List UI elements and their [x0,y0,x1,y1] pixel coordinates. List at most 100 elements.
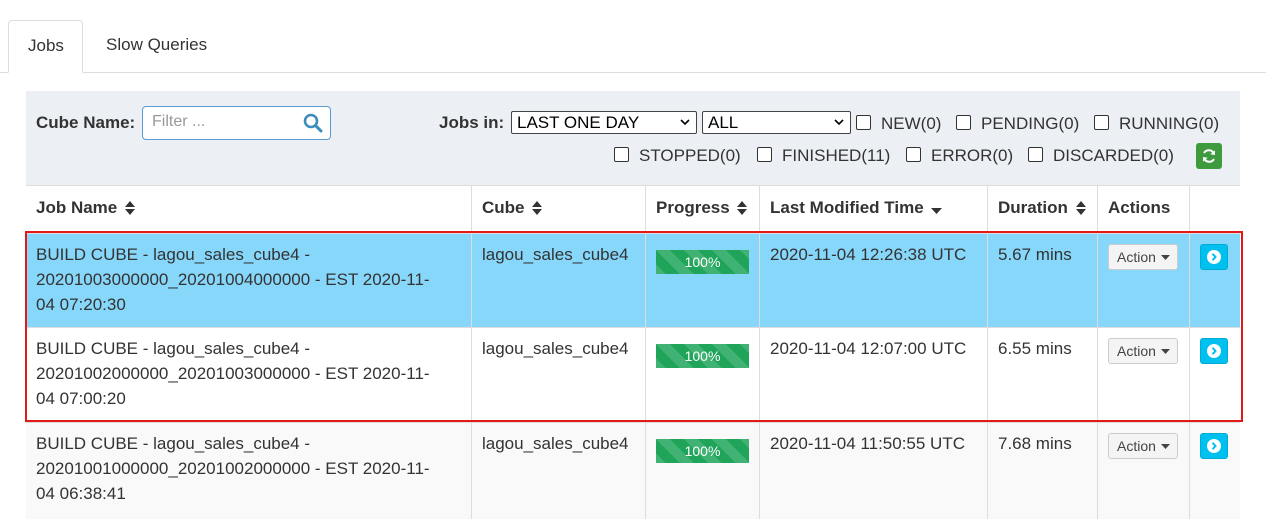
cube-name-filter[interactable] [142,106,331,140]
job-name-line: 20201001000000_20201002000000 - EST 2020… [36,459,430,478]
refresh-icon [1203,149,1215,163]
checkbox-label: ERROR(0) [931,146,1014,165]
table-row[interactable]: BUILD CUBE - lagou_sales_cube4 - 2020100… [26,422,1240,519]
chevron-down-icon [834,119,844,126]
checkbox-label: DISCARDED(0) [1053,146,1174,165]
job-name-line: 20201003000000_20201004000000 - EST 2020… [36,270,430,289]
details-cell [1189,234,1240,327]
sort-icon [124,201,135,215]
checkbox[interactable] [1094,115,1109,130]
last-modified-cell: 2020-11-04 11:50:55 UTC [759,423,987,519]
job-name-line: 20201002000000_20201003000000 - EST 2020… [36,364,430,383]
job-name-line: BUILD CUBE - lagou_sales_cube4 - [36,434,311,453]
job-name-line: 04 06:38:41 [36,484,126,503]
tab-slow-queries[interactable]: Slow Queries [87,20,226,72]
chevron-down-icon [680,119,690,126]
column-header-last-modified[interactable]: Last Modified Time [759,186,987,233]
sort-desc-icon [931,208,943,214]
table-row[interactable]: BUILD CUBE - lagou_sales_cube4 - 2020100… [26,327,1240,422]
table-row[interactable]: BUILD CUBE - lagou_sales_cube4 - 2020100… [26,232,1240,327]
checkbox-label: PENDING(0) [981,114,1080,133]
checkbox[interactable] [757,147,772,162]
last-modified-cell: 2020-11-04 12:26:38 UTC [759,234,987,327]
cube-cell: lagou_sales_cube4 [471,234,645,327]
search-icon[interactable] [303,113,323,133]
refresh-button[interactable] [1196,143,1222,169]
cube-name-label: Cube Name: [36,113,136,132]
caret-down-icon [1161,349,1170,354]
column-header-job-name[interactable]: Job Name [26,186,471,233]
filter-panel: Cube Name: Jobs in: LAST ONE DAY ALL NEW… [26,91,1240,185]
chevron-circle-right-icon [1207,250,1221,264]
action-label: Action [1117,343,1156,359]
status-checkbox-new[interactable]: NEW(0) [856,114,941,134]
sort-icon [737,201,748,215]
job-name-line: 04 07:00:20 [36,389,126,408]
checkbox[interactable] [956,115,971,130]
caret-down-icon [1161,444,1170,449]
progress-bar: 100% [656,344,749,368]
jobs-in-label: Jobs in: [439,113,505,132]
action-dropdown-button[interactable]: Action [1108,338,1178,364]
progress-bar: 100% [656,439,749,463]
status-checkbox-error[interactable]: ERROR(0) [906,146,1013,166]
checkbox[interactable] [614,147,629,162]
column-header-label: Actions [1108,198,1171,217]
column-header-label: Progress [656,198,730,217]
job-name-cell: BUILD CUBE - lagou_sales_cube4 - 2020100… [26,423,471,519]
checkbox-label: STOPPED(0) [639,146,741,165]
cube-cell: lagou_sales_cube4 [471,423,645,519]
progress-cell: 100% [645,423,759,519]
checkbox[interactable] [906,147,921,162]
status-checkbox-discarded[interactable]: DISCARDED(0) [1028,146,1174,166]
action-label: Action [1117,249,1156,265]
status-checkbox-finished[interactable]: FINISHED(11) [757,146,890,166]
actions-cell: Action [1097,423,1189,519]
cube-name-input[interactable] [143,107,302,137]
checkbox[interactable] [856,115,871,130]
progress-cell: 100% [645,328,759,422]
project-value: ALL [708,113,739,132]
cube-cell: lagou_sales_cube4 [471,328,645,422]
column-header-label: Cube [482,198,525,217]
sort-icon [1075,201,1086,215]
time-range-value: LAST ONE DAY [517,113,640,132]
caret-down-icon [1161,255,1170,260]
column-header-duration[interactable]: Duration [987,186,1097,233]
column-header-label: Last Modified Time [770,198,924,217]
time-range-select[interactable]: LAST ONE DAY [511,111,697,134]
column-header-actions: Actions [1097,186,1189,233]
column-header-progress[interactable]: Progress [645,186,759,233]
progress-bar: 100% [656,250,749,274]
job-name-line: BUILD CUBE - lagou_sales_cube4 - [36,245,311,264]
column-header-label: Duration [998,198,1068,217]
job-name-line: 04 07:20:30 [36,295,126,314]
status-checkbox-running[interactable]: RUNNING(0) [1094,114,1219,134]
checkbox-label: NEW(0) [881,114,942,133]
chevron-circle-right-icon [1207,344,1221,358]
table-header: Job Name Cube Progress Last Modified Tim… [26,185,1240,233]
checkbox-label: RUNNING(0) [1119,114,1220,133]
progress-cell: 100% [645,234,759,327]
job-details-button[interactable] [1200,244,1228,270]
chevron-circle-right-icon [1207,439,1221,453]
job-name-cell: BUILD CUBE - lagou_sales_cube4 - 2020100… [26,234,471,327]
status-checkbox-stopped[interactable]: STOPPED(0) [614,146,741,166]
actions-cell: Action [1097,328,1189,422]
action-dropdown-button[interactable]: Action [1108,433,1178,459]
job-name-cell: BUILD CUBE - lagou_sales_cube4 - 2020100… [26,328,471,422]
status-checkbox-pending[interactable]: PENDING(0) [956,114,1079,134]
project-select[interactable]: ALL [702,111,851,134]
checkbox[interactable] [1028,147,1043,162]
actions-cell: Action [1097,234,1189,327]
column-header-empty [1189,186,1240,233]
details-cell [1189,423,1240,519]
job-details-button[interactable] [1200,338,1228,364]
duration-cell: 5.67 mins [987,234,1097,327]
action-dropdown-button[interactable]: Action [1108,244,1178,270]
tab-bar: Jobs Slow Queries [0,0,1266,73]
tab-jobs[interactable]: Jobs [8,20,83,73]
job-details-button[interactable] [1200,433,1228,459]
checkbox-label: FINISHED(11) [782,146,891,165]
column-header-cube[interactable]: Cube [471,186,645,233]
